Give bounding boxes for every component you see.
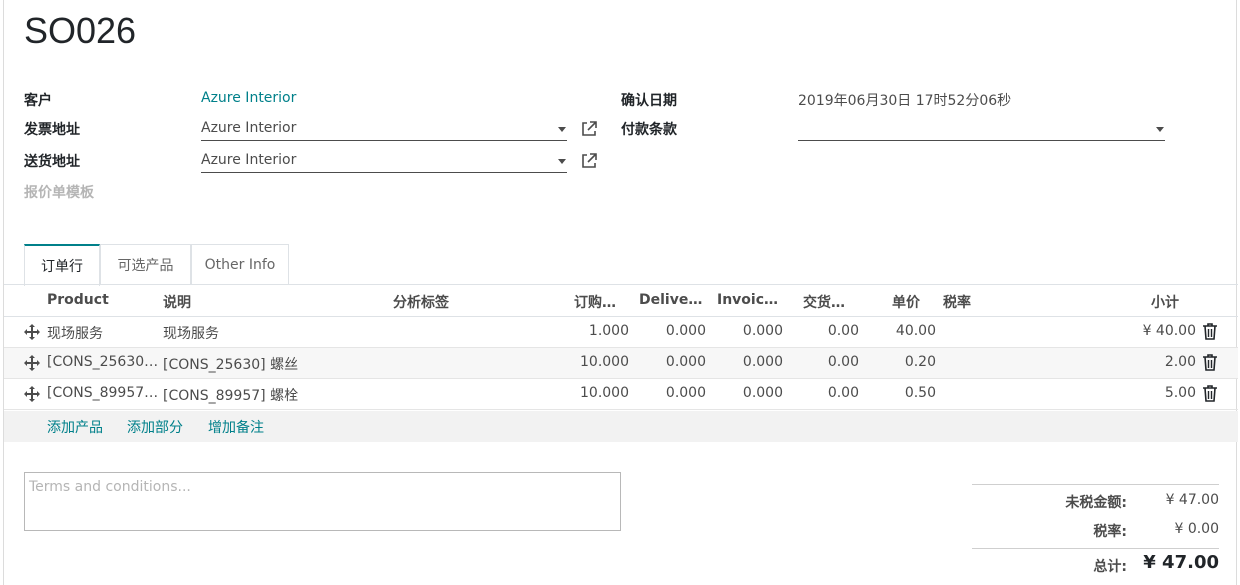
row-lead-time: 0.00 [827,385,859,401]
row-unit-price: 0.50 [904,385,936,401]
row-description: [CONS_89957] 螺栓 [163,388,299,404]
row-product: 现场服务 [47,326,103,342]
row-lead-time: 0.00 [827,323,859,339]
row-product: [CONS_89957… [47,385,159,401]
delivery-address-value: Azure Interior [201,152,297,168]
col-analytic-tags[interactable]: 分析标签 [393,292,449,312]
terms-placeholder: Terms and conditions... [29,479,191,495]
row-invoiced: 0.000 [742,323,783,339]
untaxed-amount-value: ¥ 47.00 [1165,492,1219,508]
row-delivered: 0.000 [665,354,706,370]
row-description: 现场服务 [163,326,219,342]
untaxed-amount-label: 未税金额: [1065,495,1127,511]
customer-link[interactable]: Azure Interior [201,90,296,106]
delivery-address-select[interactable]: Azure Interior [201,149,567,173]
col-subtotal[interactable]: 小计 [1151,292,1179,312]
totals-divider [972,484,1219,485]
tax-value: ¥ 0.00 [1174,521,1219,537]
row-ordered: 10.000 [580,354,629,370]
delivery-address-label: 送货地址 [24,154,80,170]
col-delivered-qty[interactable]: Delive… [639,292,702,308]
payment-terms-label: 付款条款 [621,122,677,138]
drag-handle-icon[interactable] [24,386,40,402]
caret-down-icon [558,127,566,132]
caret-down-icon [558,159,566,164]
table-row[interactable]: [CONS_25630… [CONS_25630] 螺丝 10.000 0.00… [4,348,1238,379]
row-ordered: 10.000 [580,385,629,401]
tab-other-info[interactable]: Other Info [191,244,289,285]
row-delivered: 0.000 [665,323,706,339]
table-row[interactable]: [CONS_89957… [CONS_89957] 螺栓 10.000 0.00… [4,379,1238,410]
trash-icon[interactable] [1202,323,1218,340]
row-subtotal: ¥ 40.00 [1142,323,1196,339]
confirm-date-label: 确认日期 [621,93,677,109]
confirm-date-value: 2019年06月30日 17时52分06秒 [798,93,1012,109]
add-line-row: 添加产品 添加部分 增加备注 [4,411,1238,442]
quote-template-label: 报价单模板 [24,185,94,201]
order-lines-header: Product 说明 分析标签 订购… Delive… Invoic… 交货… … [4,285,1238,317]
page-title: SO026 [24,10,137,51]
col-unit-price[interactable]: 单价 [892,292,920,312]
col-taxes[interactable]: 税率 [943,292,971,312]
row-invoiced: 0.000 [742,354,783,370]
row-unit-price: 40.00 [895,323,936,339]
total-value: ¥ 47.00 [1143,552,1219,573]
drag-handle-icon[interactable] [24,355,40,371]
row-delivered: 0.000 [665,385,706,401]
terms-textarea[interactable]: Terms and conditions... [24,472,621,531]
trash-icon[interactable] [1202,354,1218,371]
row-description: [CONS_25630] 螺丝 [163,357,299,373]
add-note-link[interactable]: 增加备注 [208,417,264,437]
col-ordered-qty[interactable]: 订购… [574,292,616,312]
row-subtotal: 2.00 [1164,354,1196,370]
sale-order-form: SO026 客户 Azure Interior 发票地址 Azure Inter… [3,0,1238,585]
table-row[interactable]: 现场服务 现场服务 1.000 0.000 0.000 0.00 40.00 ¥… [4,317,1238,348]
col-invoiced-qty[interactable]: Invoic… [717,292,778,308]
row-unit-price: 0.20 [904,354,936,370]
payment-terms-select[interactable] [798,117,1165,141]
tax-label: 税率: [1093,524,1127,540]
external-link-icon[interactable] [580,120,598,138]
tab-optional-products[interactable]: 可选产品 [100,244,191,285]
row-lead-time: 0.00 [827,354,859,370]
trash-icon[interactable] [1202,385,1218,402]
totals-divider [972,548,1219,549]
drag-handle-icon[interactable] [24,324,40,340]
caret-down-icon [1156,127,1164,132]
row-product: [CONS_25630… [47,354,159,370]
invoice-address-label: 发票地址 [24,122,80,138]
add-product-link[interactable]: 添加产品 [47,417,103,437]
add-section-link[interactable]: 添加部分 [127,417,183,437]
total-label: 总计: [1093,559,1127,575]
row-invoiced: 0.000 [742,385,783,401]
row-subtotal: 5.00 [1164,385,1196,401]
col-lead-time[interactable]: 交货… [803,292,845,312]
invoice-address-select[interactable]: Azure Interior [201,117,567,141]
customer-label: 客户 [24,93,52,109]
col-product[interactable]: Product [47,292,109,308]
col-description[interactable]: 说明 [163,292,191,312]
invoice-address-value: Azure Interior [201,120,297,136]
external-link-icon[interactable] [580,152,598,170]
row-ordered: 1.000 [588,323,629,339]
tab-order-lines[interactable]: 订单行 [24,244,100,286]
